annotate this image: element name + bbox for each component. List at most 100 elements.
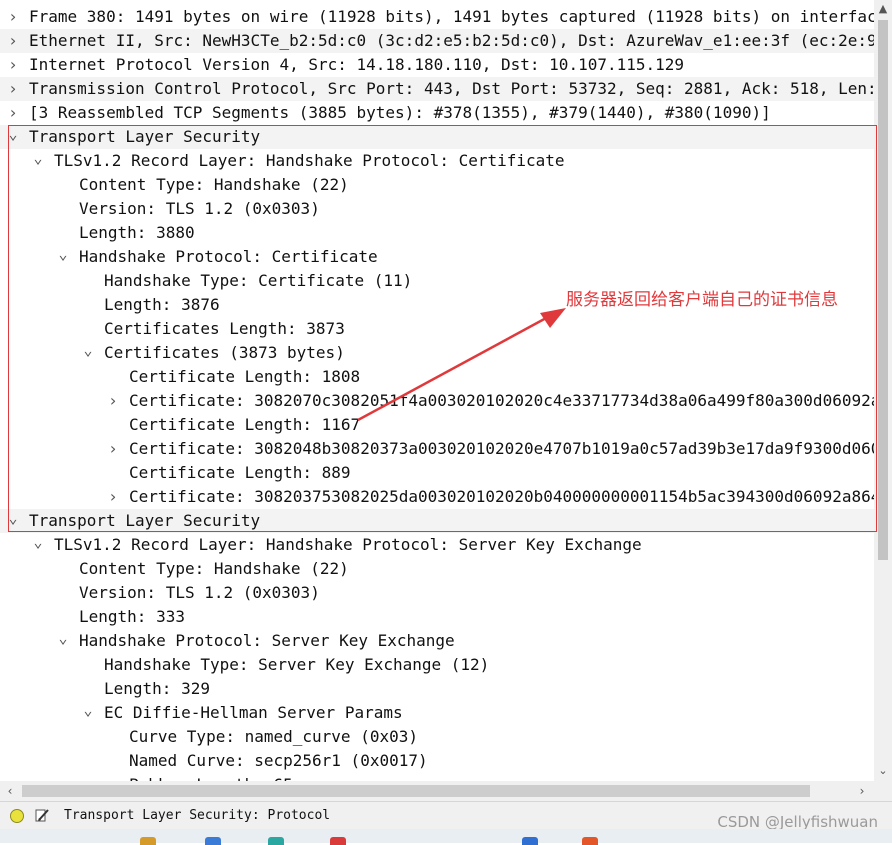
chevron-down-icon[interactable]: ⌄: [31, 533, 45, 557]
tree-row-label: Certificates Length: 3873: [104, 319, 345, 338]
scrollbar-thumb[interactable]: [878, 20, 888, 560]
taskbar-strip: [0, 829, 892, 845]
tree-row[interactable]: Content Type: Handshake (22): [0, 557, 874, 581]
arrow-up-icon[interactable]: ▲: [874, 0, 892, 18]
chevron-right-icon[interactable]: ›: [6, 5, 20, 29]
tree-row[interactable]: Handshake Type: Server Key Exchange (12): [0, 653, 874, 677]
tree-row-label: Version: TLS 1.2 (0x0303): [79, 199, 320, 218]
tree-row-label: Pubkey Length: 65: [129, 773, 293, 781]
tree-row[interactable]: ⌄ Handshake Protocol: Certificate: [0, 245, 874, 269]
chevron-right-icon[interactable]: ›: [6, 77, 20, 101]
tree-row[interactable]: ⌄ Certificates (3873 bytes): [0, 341, 874, 365]
tree-row[interactable]: Length: 329: [0, 677, 874, 701]
chevron-down-icon[interactable]: ⌄: [6, 125, 20, 149]
tree-row-label: Certificate: 308203753082025da0030201020…: [129, 487, 874, 506]
tree-row-label: Handshake Type: Server Key Exchange (12): [104, 655, 490, 674]
status-bar: Transport Layer Security: Protocol CSDN …: [0, 801, 892, 831]
packet-details-tree[interactable]: › Frame 380: 1491 bytes on wire (11928 bi…: [0, 0, 874, 781]
tree-row[interactable]: ⌄ Transport Layer Security: [0, 509, 874, 533]
horizontal-scrollbar[interactable]: ‹ ›: [0, 781, 874, 801]
tree-row[interactable]: ⌄ Transport Layer Security: [0, 125, 874, 149]
tree-row[interactable]: › [3 Reassembled TCP Segments (3885 bytes…: [0, 101, 874, 125]
tree-row-label: Internet Protocol Version 4, Src: 14.18.…: [29, 55, 685, 74]
tree-row-label: Transport Layer Security: [29, 511, 261, 530]
scrollbar-corner: [874, 781, 892, 801]
taskbar-app-icon[interactable]: [205, 837, 221, 845]
tree-row-label: [3 Reassembled TCP Segments (3885 bytes)…: [29, 103, 771, 122]
tree-row[interactable]: › Certificate: 3082048b30820373a003020102…: [0, 437, 874, 461]
chevron-down-icon[interactable]: ⌄: [31, 149, 45, 173]
tree-row-label: Handshake Protocol: Server Key Exchange: [79, 631, 455, 650]
tree-row[interactable]: ⌄ TLSv1.2 Record Layer: Handshake Protoco…: [0, 149, 874, 173]
status-text: Transport Layer Security: Protocol: [64, 808, 331, 823]
taskbar-app-icon[interactable]: [582, 837, 598, 845]
annotation-text: 服务器返回给客户端自己的证书信息: [566, 290, 838, 310]
chevron-down-icon[interactable]: ⌄: [56, 629, 70, 653]
arrow-right-icon[interactable]: ›: [852, 781, 872, 801]
arrow-left-icon[interactable]: ‹: [0, 781, 20, 801]
tree-row-label: TLSv1.2 Record Layer: Handshake Protocol…: [54, 151, 565, 170]
tree-row-label: Certificate Length: 1167: [129, 415, 361, 434]
tree-row-label: Handshake Protocol: Certificate: [79, 247, 378, 266]
tree-row[interactable]: Version: TLS 1.2 (0x0303): [0, 581, 874, 605]
taskbar-app-icon[interactable]: [330, 837, 346, 845]
tree-row[interactable]: Version: TLS 1.2 (0x0303): [0, 197, 874, 221]
chevron-down-icon[interactable]: ⌄: [6, 509, 20, 533]
tree-row[interactable]: ⌄ EC Diffie-Hellman Server Params: [0, 701, 874, 725]
chevron-down-icon[interactable]: ⌄: [81, 701, 95, 725]
tree-row-label: Length: 3880: [79, 223, 195, 242]
tree-row[interactable]: Certificate Length: 1167: [0, 413, 874, 437]
tree-row[interactable]: › Certificate: 308203753082025da003020102…: [0, 485, 874, 509]
tree-row[interactable]: › Ethernet II, Src: NewH3CTe_b2:5d:c0 (3c…: [0, 29, 874, 53]
taskbar-app-icon[interactable]: [268, 837, 284, 845]
tree-row-label: Certificate: 3082048b30820373a0030201020…: [129, 439, 874, 458]
arrow-down-icon[interactable]: ⌄: [874, 762, 892, 780]
tree-row[interactable]: Length: 3880: [0, 221, 874, 245]
tree-row[interactable]: Certificates Length: 3873: [0, 317, 874, 341]
tree-row[interactable]: ⌄ TLSv1.2 Record Layer: Handshake Protoco…: [0, 533, 874, 557]
expert-info-indicator-icon[interactable]: [10, 809, 24, 823]
vertical-scrollbar[interactable]: ▲ ⌄: [874, 0, 892, 781]
chevron-down-icon[interactable]: ⌄: [56, 245, 70, 269]
chevron-down-icon[interactable]: ⌄: [81, 341, 95, 365]
tree-row[interactable]: ⌄ Handshake Protocol: Server Key Exchange: [0, 629, 874, 653]
tree-row-label: Certificates (3873 bytes): [104, 343, 345, 362]
chevron-right-icon[interactable]: ›: [6, 53, 20, 77]
tree-row-label: Content Type: Handshake (22): [79, 175, 349, 194]
tree-row[interactable]: › Internet Protocol Version 4, Src: 14.18…: [0, 53, 874, 77]
tree-row-label: Certificate: 3082070c3082051f4a003020102…: [129, 391, 874, 410]
edit-comment-icon[interactable]: [34, 807, 50, 823]
tree-row[interactable]: › Certificate: 3082070c3082051f4a00302010…: [0, 389, 874, 413]
chevron-right-icon[interactable]: ›: [106, 485, 120, 509]
tree-row[interactable]: Certificate Length: 889: [0, 461, 874, 485]
taskbar-app-icon[interactable]: [140, 837, 156, 845]
tree-row-label: Certificate Length: 889: [129, 463, 351, 482]
tree-row-label: Length: 3876: [104, 295, 220, 314]
tree-row[interactable]: Content Type: Handshake (22): [0, 173, 874, 197]
tree-row[interactable]: Curve Type: named_curve (0x03): [0, 725, 874, 749]
tree-row[interactable]: › Transmission Control Protocol, Src Port…: [0, 77, 874, 101]
tree-row[interactable]: Named Curve: secp256r1 (0x0017): [0, 749, 874, 773]
tree-row-label: TLSv1.2 Record Layer: Handshake Protocol…: [54, 535, 642, 554]
scrollbar-thumb[interactable]: [22, 785, 810, 797]
tree-row-label: Curve Type: named_curve (0x03): [129, 727, 418, 746]
tree-row[interactable]: Certificate Length: 1808: [0, 365, 874, 389]
taskbar-app-icon[interactable]: [522, 837, 538, 845]
chevron-right-icon[interactable]: ›: [6, 29, 20, 53]
chevron-right-icon[interactable]: ›: [106, 437, 120, 461]
tree-row-label: Length: 329: [104, 679, 210, 698]
tree-row[interactable]: › Frame 380: 1491 bytes on wire (11928 bi…: [0, 5, 874, 29]
chevron-right-icon[interactable]: ›: [106, 389, 120, 413]
tree-row-label: Frame 380: 1491 bytes on wire (11928 bit…: [29, 7, 874, 26]
tree-row-label: Length: 333: [79, 607, 185, 626]
tree-row-label: Version: TLS 1.2 (0x0303): [79, 583, 320, 602]
chevron-right-icon[interactable]: ›: [6, 101, 20, 125]
tree-row-label: Transport Layer Security: [29, 127, 261, 146]
tree-row-label: EC Diffie-Hellman Server Params: [104, 703, 403, 722]
tree-row-label: Named Curve: secp256r1 (0x0017): [129, 751, 428, 770]
tree-row[interactable]: Length: 333: [0, 605, 874, 629]
tree-row[interactable]: Pubkey Length: 65: [0, 773, 874, 781]
tree-row-label: Certificate Length: 1808: [129, 367, 361, 386]
tree-row-label: Ethernet II, Src: NewH3CTe_b2:5d:c0 (3c:…: [29, 31, 874, 50]
tree-row-label: Transmission Control Protocol, Src Port:…: [29, 79, 874, 98]
